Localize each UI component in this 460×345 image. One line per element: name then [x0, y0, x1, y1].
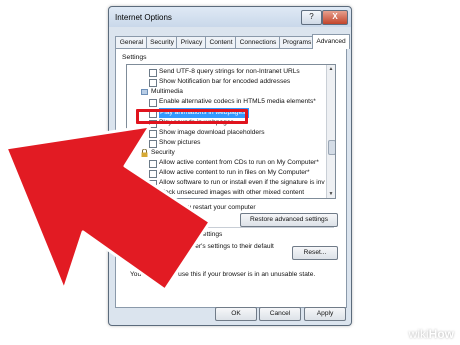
- checkbox[interactable]: [149, 99, 157, 107]
- setting-row[interactable]: Enable alternative codecs in HTML5 media…: [127, 97, 327, 107]
- setting-row[interactable]: Show Notification bar for encoded addres…: [127, 77, 327, 87]
- checkbox[interactable]: [149, 180, 157, 188]
- watermark-how: How: [428, 327, 454, 341]
- advanced-tab-page: Settings Send UTF-8 query strings for no…: [115, 48, 347, 308]
- scroll-up-arrow-icon[interactable]: ▲: [327, 65, 335, 73]
- category-label: Multimedia: [151, 88, 183, 95]
- checkbox[interactable]: [149, 160, 157, 168]
- highlight-annotation-box: [136, 109, 248, 124]
- restart-note: *Takes effect after you restart your com…: [126, 204, 256, 211]
- setting-label: Show Notification bar for encoded addres…: [159, 78, 291, 85]
- tab-privacy[interactable]: Privacy: [176, 36, 207, 48]
- close-button[interactable]: X: [322, 10, 348, 25]
- setting-label: Allow software to run or install even if…: [159, 179, 325, 186]
- category-row: Multimedia: [127, 87, 327, 97]
- reset-warning: You should only use this if your browser…: [130, 271, 316, 278]
- scroll-down-arrow-icon[interactable]: ▼: [327, 190, 335, 198]
- setting-label: Show image download placeholders: [159, 129, 265, 136]
- category-row: Security: [127, 148, 327, 158]
- help-button[interactable]: ?: [301, 10, 322, 25]
- setting-row[interactable]: Show pictures: [127, 138, 327, 148]
- setting-row[interactable]: Show image download placeholders: [127, 128, 327, 138]
- checkbox[interactable]: [149, 130, 157, 138]
- setting-row[interactable]: Allow active content from CDs to run on …: [127, 158, 327, 168]
- window-title: Internet Options: [115, 13, 172, 22]
- checkbox[interactable]: [149, 170, 157, 178]
- ok-button[interactable]: OK: [215, 307, 257, 321]
- reset-button[interactable]: Reset...: [292, 246, 338, 260]
- setting-label: Allow active content to run in files on …: [159, 169, 310, 176]
- checkbox[interactable]: [149, 79, 157, 87]
- tab-advanced[interactable]: Advanced: [312, 34, 350, 49]
- setting-label: Block unsecured images with other mixed …: [159, 189, 305, 196]
- settings-list[interactable]: Send UTF-8 query strings for non-Intrane…: [126, 64, 336, 199]
- checkbox[interactable]: [149, 140, 157, 148]
- tab-programs[interactable]: Programs: [279, 36, 315, 48]
- lock-icon: [141, 149, 148, 157]
- setting-row[interactable]: Allow active content to run in files on …: [127, 168, 327, 178]
- tab-connections[interactable]: Connections: [235, 36, 281, 48]
- setting-label: Show pictures: [159, 139, 201, 146]
- group-separator: [128, 227, 334, 228]
- setting-label: Allow active content from CDs to run on …: [159, 159, 319, 166]
- multimedia-icon: [141, 89, 148, 95]
- tab-security[interactable]: Security: [146, 36, 178, 48]
- reset-description-line2: condition.: [130, 252, 159, 259]
- apply-button[interactable]: Apply: [304, 307, 346, 321]
- wikihow-watermark: wikiHow: [409, 327, 454, 341]
- tab-general[interactable]: General: [115, 36, 148, 48]
- internet-options-dialog: Internet Options ? X General Security Pr…: [108, 6, 352, 326]
- checkbox[interactable]: [149, 190, 157, 198]
- tab-content[interactable]: Content: [205, 36, 237, 48]
- setting-row[interactable]: Send UTF-8 query strings for non-Intrane…: [127, 67, 327, 77]
- restore-advanced-settings-button[interactable]: Restore advanced settings: [240, 213, 338, 227]
- cancel-button[interactable]: Cancel: [259, 307, 301, 321]
- title-bar: Internet Options ? X: [109, 7, 351, 27]
- reset-description: Resets Internet Explorer's settings to t…: [130, 243, 274, 250]
- settings-scrollbar[interactable]: ▲ ▼: [326, 65, 335, 198]
- watermark-wiki: wiki: [408, 327, 429, 341]
- category-label: Security: [151, 149, 175, 156]
- setting-row[interactable]: Allow software to run or install even if…: [127, 178, 327, 188]
- scroll-thumb[interactable]: [328, 140, 335, 155]
- reset-group-title: Reset Internet Explorer settings: [130, 231, 223, 238]
- setting-row[interactable]: Block unsecured images with other mixed …: [127, 188, 327, 198]
- setting-label: Send UTF-8 query strings for non-Intrane…: [159, 68, 300, 75]
- settings-label: Settings: [122, 54, 147, 61]
- checkbox[interactable]: [149, 69, 157, 77]
- setting-label: Enable alternative codecs in HTML5 media…: [159, 98, 316, 105]
